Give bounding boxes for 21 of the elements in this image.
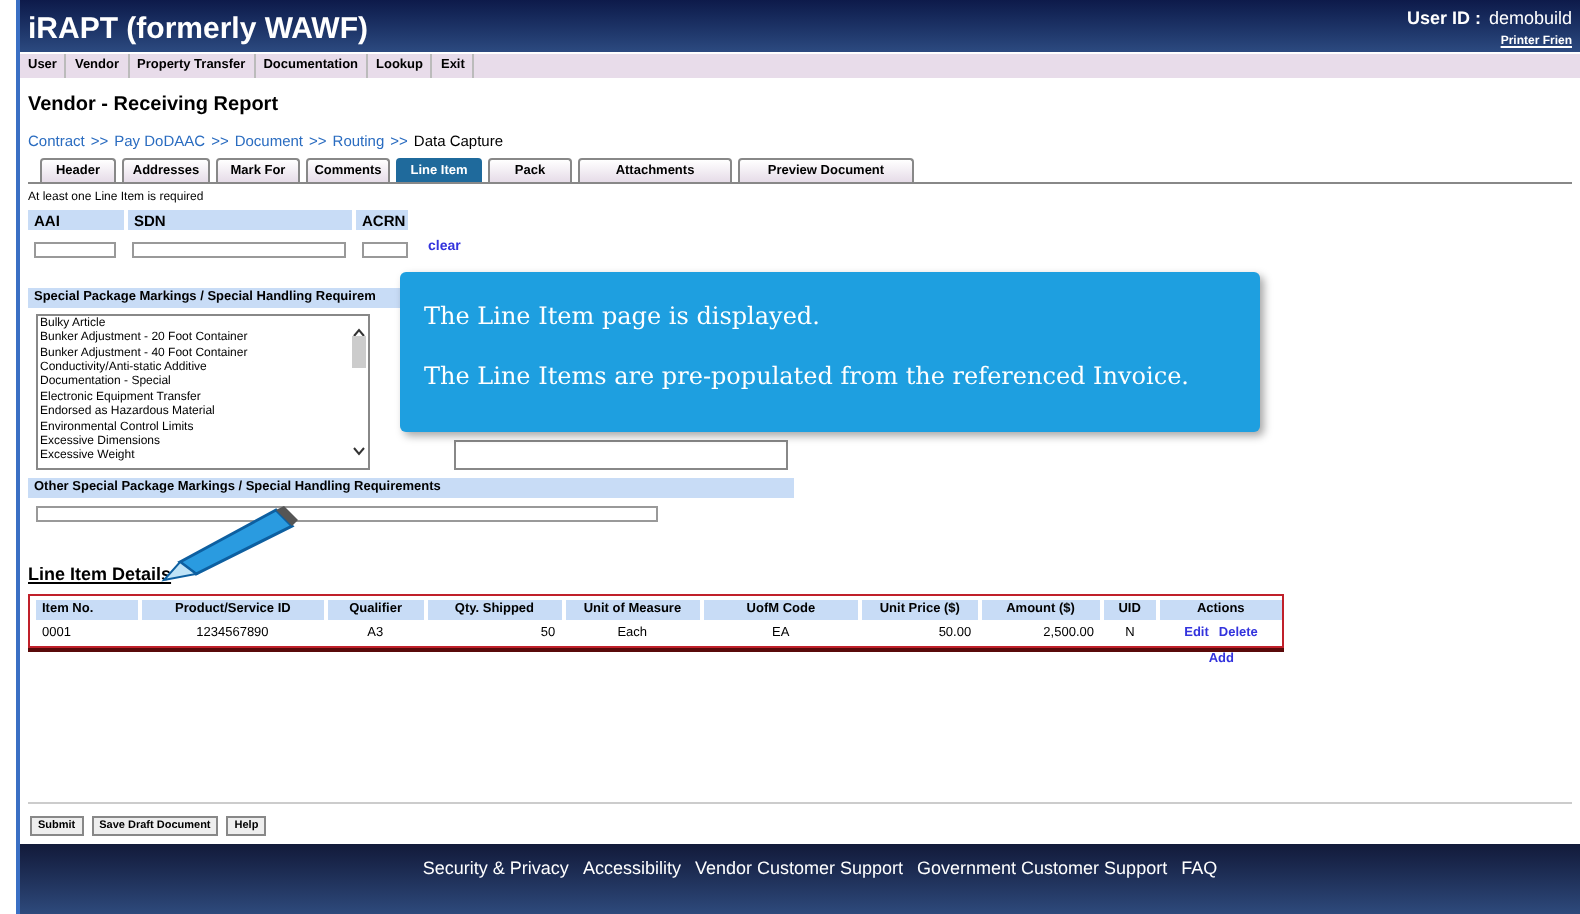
footer-link[interactable]: Vendor Customer Support	[694, 856, 904, 914]
footer-link[interactable]: Security & Privacy	[422, 856, 569, 914]
scroll-down-icon[interactable]	[351, 445, 365, 456]
footer-link[interactable]: Government Customer Support	[917, 856, 1168, 914]
user-id-label: User ID :	[1406, 6, 1481, 32]
page-title: Vendor - Receiving Report	[28, 92, 281, 120]
input-field[interactable]	[362, 241, 408, 257]
callout-text: The Line Items are pre-populated from the referenced Invoice.	[424, 360, 1191, 394]
scroll-thumb[interactable]	[351, 335, 365, 368]
app-title: iRAPT (formerly WAWF)	[28, 10, 369, 50]
section-heading: Line Item Details	[28, 561, 174, 588]
footer-link[interactable]: Accessibility	[582, 856, 681, 914]
footer-link[interactable]: FAQ	[1181, 856, 1218, 914]
list-box[interactable]	[36, 313, 370, 470]
callout-text: The Line Item page is displayed.	[424, 300, 822, 334]
scroll-up-icon[interactable]	[351, 327, 365, 338]
input-field[interactable]	[34, 241, 116, 257]
input-field[interactable]	[132, 241, 346, 257]
input-field[interactable]	[454, 439, 788, 470]
user-id-value: demobuild	[1488, 6, 1572, 32]
input-field[interactable]	[36, 505, 658, 522]
